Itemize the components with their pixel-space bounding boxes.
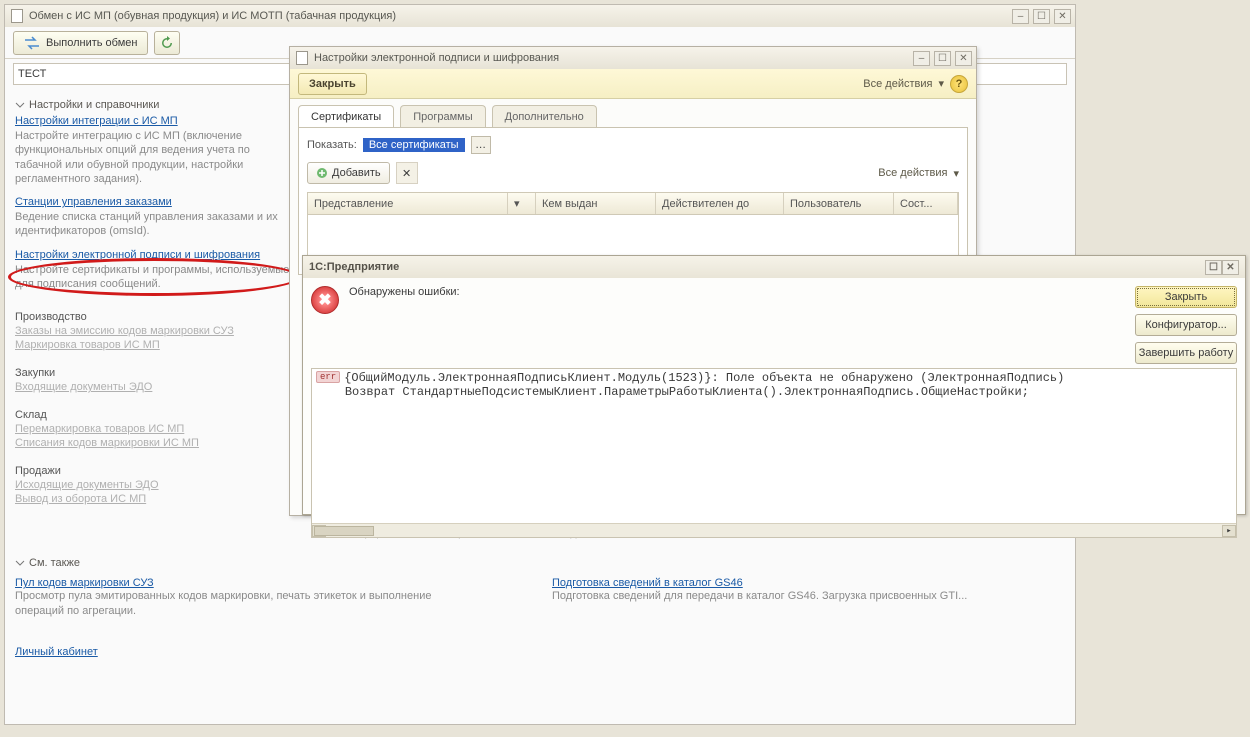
desc-stations: Ведение списка станций управления заказа… <box>15 210 295 239</box>
close-icon[interactable]: ✕ <box>955 51 972 66</box>
desc-integration: Настройте интеграцию с ИС МП (включение … <box>15 129 295 186</box>
maximize-icon[interactable]: ☐ <box>1205 260 1222 275</box>
desc-gs46: Подготовка сведений для передачи в катал… <box>552 589 1012 603</box>
exchange-icon <box>24 36 40 50</box>
error-configurator-button[interactable]: Конфигуратор... <box>1135 314 1237 336</box>
error-title: 1С:Предприятие <box>309 261 399 273</box>
col-issued-by[interactable]: Кем выдан <box>536 193 656 214</box>
help-icon[interactable]: ? <box>950 75 968 93</box>
add-button[interactable]: Добавить <box>307 162 390 184</box>
plus-icon <box>316 167 328 179</box>
minimize-icon[interactable]: – <box>913 51 930 66</box>
tab-certificates[interactable]: Сертификаты <box>298 105 394 127</box>
col-representation[interactable]: Представление <box>308 193 508 214</box>
run-exchange-label: Выполнить обмен <box>46 37 137 49</box>
document-icon <box>296 51 308 65</box>
tab-extra[interactable]: Дополнительно <box>492 105 597 127</box>
show-picker-button[interactable]: … <box>471 136 491 154</box>
maximize-icon[interactable]: ☐ <box>934 51 951 66</box>
refresh-button[interactable] <box>154 31 180 55</box>
desc-code-pool: Просмотр пула эмитированных кодов маркир… <box>15 589 475 618</box>
show-selection[interactable]: Все сертификаты <box>363 138 465 152</box>
horizontal-scrollbar[interactable]: ◂ ▸ <box>312 523 1236 537</box>
error-message-area[interactable]: err {ОбщийМодуль.ЭлектроннаяПодписьКлиент… <box>311 368 1237 538</box>
section-seealso[interactable]: См. также <box>15 557 1065 569</box>
col-sort-icon[interactable]: ▾ <box>508 193 536 214</box>
chevron-down-icon <box>15 100 25 110</box>
link-personal-cabinet[interactable]: Личный кабинет <box>15 646 1065 658</box>
refresh-icon <box>160 36 174 50</box>
link-code-pool[interactable]: Пул кодов маркировки СУЗ <box>15 577 154 589</box>
dropdown-icon: ▾ <box>953 167 959 180</box>
col-valid-until[interactable]: Действителен до <box>656 193 784 214</box>
error-close-button[interactable]: Закрыть <box>1135 286 1237 308</box>
tab-bar: Сертификаты Программы Дополнительно <box>298 105 968 127</box>
tab-programs[interactable]: Программы <box>400 105 485 127</box>
maximize-icon[interactable]: ☐ <box>1033 9 1050 24</box>
close-icon[interactable]: ✕ <box>1222 260 1239 275</box>
chevron-down-icon <box>15 558 25 568</box>
error-line-1: {ОбщийМодуль.ЭлектроннаяПодписьКлиент.Мо… <box>344 371 1064 385</box>
error-badge: err <box>316 371 340 383</box>
error-window: 1С:Предприятие ☐ ✕ ✖ Обнаружены ошибки: … <box>302 255 1246 515</box>
tab-panel: Показать: Все сертификаты … Добавить ✕ В… <box>298 127 968 275</box>
settings-titlebar: Настройки электронной подписи и шифрован… <box>290 47 976 69</box>
grid-all-actions-dropdown[interactable]: Все действия ▾ <box>878 167 959 180</box>
run-exchange-button[interactable]: Выполнить обмен <box>13 31 148 55</box>
desc-sign: Настройте сертификаты и программы, испол… <box>15 263 295 292</box>
search-value: ТЕСТ <box>18 68 46 80</box>
error-line-2: Возврат СтандартныеПодсистемыКлиент.Пара… <box>345 385 1029 399</box>
document-icon <box>11 9 23 23</box>
main-titlebar: Обмен с ИС МП (обувная продукция) и ИС М… <box>5 5 1075 27</box>
cert-grid-header: Представление ▾ Кем выдан Действителен д… <box>307 192 959 214</box>
show-label: Показать: <box>307 139 357 151</box>
col-state[interactable]: Сост... <box>894 193 958 214</box>
close-button[interactable]: Закрыть <box>298 73 367 95</box>
dropdown-icon: ▾ <box>938 77 944 90</box>
error-heading: Обнаружены ошибки: <box>349 286 460 298</box>
link-gs46[interactable]: Подготовка сведений в каталог GS46 <box>552 577 743 589</box>
scroll-right-icon[interactable]: ▸ <box>1222 525 1236 537</box>
settings-toolbar: Закрыть Все действия ▾ ? <box>290 69 976 99</box>
all-actions-dropdown[interactable]: Все действия ▾ <box>863 77 944 90</box>
settings-title: Настройки электронной подписи и шифрован… <box>314 52 913 64</box>
error-titlebar: 1С:Предприятие ☐ ✕ <box>303 256 1245 278</box>
scroll-thumb[interactable] <box>314 526 374 536</box>
error-end-work-button[interactable]: Завершить работу <box>1135 342 1237 364</box>
delete-button[interactable]: ✕ <box>396 162 418 184</box>
close-icon[interactable]: ✕ <box>1054 9 1071 24</box>
error-icon: ✖ <box>311 286 339 314</box>
minimize-icon[interactable]: – <box>1012 9 1029 24</box>
col-user[interactable]: Пользователь <box>784 193 894 214</box>
main-title: Обмен с ИС МП (обувная продукция) и ИС М… <box>29 10 1012 22</box>
